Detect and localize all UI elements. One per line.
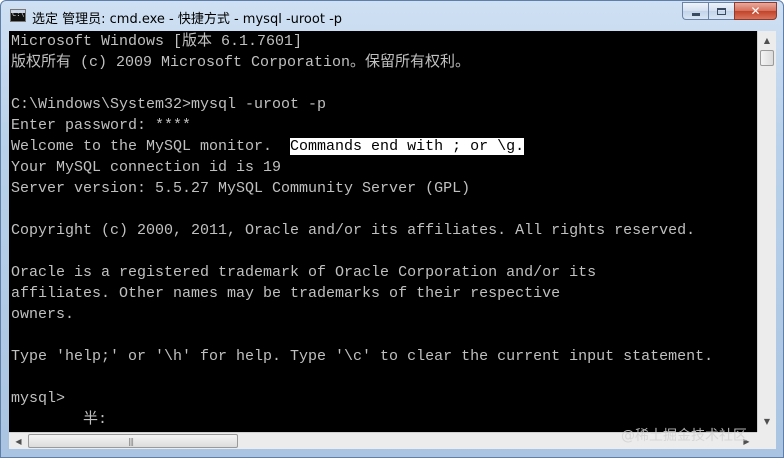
mysql-prompt: mysql> [11,390,66,407]
console-line: Enter password: **** [11,117,192,134]
console-line: Microsoft Windows [版本 6.1.7601] [11,33,303,50]
console-line: Oracle is a registered trademark of Orac… [11,264,597,281]
vertical-scrollbar[interactable]: ▲ ▼ [757,31,776,432]
scroll-left-icon[interactable]: ◀ [10,433,27,449]
caption-buttons: ✕ [682,2,777,21]
console-line-welcome: Welcome to the MySQL monitor. Commands e… [11,136,525,157]
console-line: owners. [11,306,75,323]
welcome-text: Welcome to the MySQL monitor. [11,138,291,155]
console-line: Server version: 5.5.27 MySQL Community S… [11,180,471,197]
watermark: @稀土掘金技术社区 [621,428,747,444]
console-line: Type 'help;' or '\h' for help. Type '\c'… [11,348,714,365]
close-button[interactable]: ✕ [734,2,777,20]
console-line: 版权所有 (c) 2009 Microsoft Corporation。保留所有… [11,54,471,71]
grip-icon: ||| [128,437,134,446]
console-line: Your MySQL connection id is 19 [11,159,282,176]
horizontal-scroll-thumb[interactable]: ||| [28,434,238,448]
console-line: Copyright (c) 2000, 2011, Oracle and/or … [11,222,696,239]
maximize-button[interactable] [708,2,734,20]
close-icon: ✕ [750,4,761,18]
maximize-icon [717,7,726,15]
vertical-scroll-thumb[interactable] [760,50,774,66]
selected-text[interactable]: Commands end with ; or \g. [290,138,525,155]
title-bar[interactable]: C:\ 选定 管理员: cmd.exe - 快捷方式 - mysql -uroo… [1,1,783,31]
console-window: C:\ 选定 管理员: cmd.exe - 快捷方式 - mysql -uroo… [0,0,784,458]
cmd-icon[interactable]: C:\ [10,9,26,22]
window-title: 选定 管理员: cmd.exe - 快捷方式 - mysql -uroot -p [32,12,343,27]
size-grip[interactable] [757,432,776,449]
ime-composition-line: 半: [11,411,108,428]
console-output[interactable]: Microsoft Windows [版本 6.1.7601] 版权所有 (c)… [9,31,757,432]
scroll-down-icon[interactable]: ▼ [759,413,775,430]
minimize-button[interactable] [682,2,708,20]
console-line: affiliates. Other names may be trademark… [11,285,561,302]
scroll-up-icon[interactable]: ▲ [759,32,775,49]
minimize-icon [691,12,700,16]
console-line: C:\Windows\System32>mysql -uroot -p [11,96,327,113]
